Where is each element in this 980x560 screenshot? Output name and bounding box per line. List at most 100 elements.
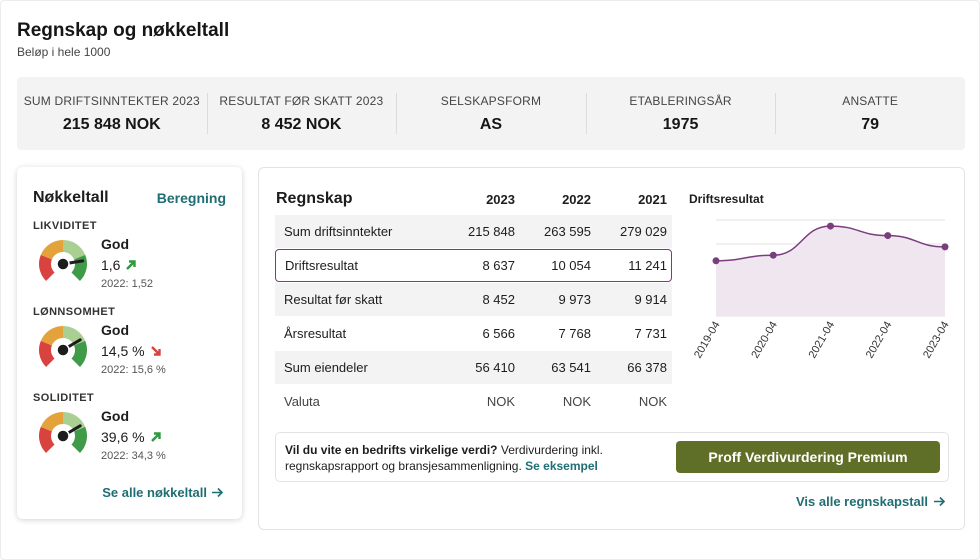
cell-value: 7 731 <box>634 326 667 341</box>
value-text: 1,6 <box>101 257 121 273</box>
x-tick-label: 2019-04 <box>692 320 723 361</box>
verdivurdering-promo: Vil du vite en bedrifts virkelige verdi?… <box>275 432 949 482</box>
section-label: LIKVIDITET <box>33 220 97 232</box>
cell-value: 63 541 <box>551 360 591 375</box>
row-label: Sum eiendeler <box>284 360 368 375</box>
kpi-value: 8 452 NOK <box>261 115 342 133</box>
data-point <box>827 222 834 230</box>
x-tick-label: 2021-04 <box>807 320 838 361</box>
gauge-icon <box>39 326 87 367</box>
row-label: Resultat før skatt <box>284 292 383 307</box>
see-all-regnskapstall-link[interactable]: Vis alle regnskapstall <box>796 494 946 509</box>
x-tick-label: 2023-04 <box>921 320 952 361</box>
arrow-right-icon <box>934 496 946 507</box>
data-point <box>941 243 949 251</box>
year-header: 2021 <box>638 192 667 207</box>
section-label: SOLIDITET <box>33 392 95 404</box>
nokkeltall-section-lonnsomhet: LØNNSOMHET God 14,5 % 2022: 15,6 % <box>33 306 233 376</box>
cell-value: 263 595 <box>544 224 591 239</box>
previous-year-text: 2022: 1,52 <box>101 278 153 290</box>
value-text: 39,6 % <box>101 429 145 445</box>
regnskap-title: Regnskap <box>276 190 353 207</box>
nokkeltall-section-soliditet: SOLIDITET God 39,6 % 2022: 34,3 % <box>33 392 233 462</box>
nokkeltall-section-likviditet: LIKVIDITET God 1,6 2022: 1,52 <box>33 220 233 290</box>
gauge-icon <box>39 240 87 281</box>
kpi-value: 215 848 NOK <box>62 115 161 133</box>
table-row: Resultat før skatt 8 452 9 973 9 914 <box>275 283 672 316</box>
gauge-hub <box>56 429 70 443</box>
cell-value: 8 637 <box>482 258 515 273</box>
arrow-right-icon <box>212 487 224 498</box>
year-header: 2023 <box>486 192 515 207</box>
kpi-label: ETABLERINGSÅR <box>629 93 732 108</box>
trend-up-icon <box>150 432 161 442</box>
kpi-label: RESULTAT FØR SKATT 2023 <box>219 93 384 108</box>
cell-value: 279 029 <box>620 224 667 239</box>
status-text: God <box>101 322 129 338</box>
cell-value: 8 452 <box>482 292 515 307</box>
trend-down-icon <box>150 346 161 356</box>
cell-value: 7 768 <box>558 326 591 341</box>
kpi-bar: SUM DRIFTSINNTEKTER 2023 215 848 NOK RES… <box>17 77 965 150</box>
see-all-label: Se alle nøkkeltall <box>102 485 207 500</box>
see-all-label: Vis alle regnskapstall <box>796 494 928 509</box>
cell-value: 56 410 <box>475 360 515 375</box>
kpi-ansatte: ANSATTE 79 <box>775 77 965 150</box>
cell-value: 11 241 <box>628 258 667 273</box>
kpi-etableringsar: ETABLERINGSÅR 1975 <box>585 77 776 150</box>
nokkeltall-card: Nøkkeltall Beregning LIKVIDITET God 1,6 … <box>17 167 242 519</box>
previous-year-text: 2022: 34,3 % <box>101 450 166 462</box>
se-eksempel-link[interactable]: Se eksempel <box>525 459 598 473</box>
beregning-link[interactable]: Beregning <box>157 190 226 206</box>
trend-up-icon <box>126 260 137 270</box>
status-text: God <box>101 236 129 252</box>
data-point <box>712 257 720 265</box>
row-label: Valuta <box>284 394 320 409</box>
page-title: Regnskap og nøkkeltall <box>17 20 230 41</box>
kpi-label: ANSATTE <box>842 93 899 108</box>
cell-value: NOK <box>486 394 515 409</box>
table-row: Valuta NOK NOK NOK <box>275 385 672 418</box>
previous-year-text: 2022: 15,6 % <box>101 364 166 376</box>
table-row: Sum eiendeler 56 410 63 541 66 378 <box>275 351 672 384</box>
nokkeltall-title: Nøkkeltall <box>33 189 109 206</box>
gauge-hub <box>56 257 70 271</box>
cell-value: NOK <box>638 394 667 409</box>
row-label: Driftsresultat <box>285 258 358 273</box>
row-label: Årsresultat <box>284 326 347 341</box>
cell-value: 10 054 <box>551 258 591 273</box>
cell-value: 215 848 <box>468 224 515 239</box>
regnskap-card: Regnskap 2023 2022 2021 Sum driftsinntek… <box>258 167 965 530</box>
cell-value: NOK <box>562 394 591 409</box>
data-point <box>884 232 892 240</box>
cell-value: 6 566 <box>482 326 515 341</box>
value-text: 14,5 % <box>101 343 145 359</box>
cell-value: 66 378 <box>627 360 667 375</box>
see-all-nokkeltall-link[interactable]: Se alle nøkkeltall <box>102 485 224 500</box>
gauge-icon <box>39 412 87 453</box>
row-label: Sum driftsinntekter <box>284 224 393 239</box>
data-point <box>769 251 777 259</box>
table-row: Sum driftsinntekter 215 848 263 595 279 … <box>275 215 672 248</box>
kpi-value: 1975 <box>662 115 699 133</box>
cell-value: 9 973 <box>558 292 591 307</box>
table-row: Årsresultat 6 566 7 768 7 731 <box>275 317 672 350</box>
kpi-driftsinntekter: SUM DRIFTSINNTEKTER 2023 215 848 NOK <box>17 77 207 150</box>
page-subtitle: Beløp i hele 1000 <box>17 45 111 59</box>
x-tick-label: 2020-04 <box>749 320 780 361</box>
driftsresultat-chart: 2019-04 2020-04 2021-04 2022-04 2023-04 <box>692 219 952 361</box>
promo-bold-text: Vil du vite en bedrifts virkelige verdi? <box>285 443 498 457</box>
table-row-highlighted[interactable]: Driftsresultat 8 637 10 054 11 241 <box>275 249 672 282</box>
verdivurdering-premium-button[interactable]: Proff Verdivurdering Premium <box>676 441 940 473</box>
kpi-value: 79 <box>861 115 880 133</box>
kpi-resultat-for-skatt: RESULTAT FØR SKATT 2023 8 452 NOK <box>206 77 397 150</box>
kpi-selskapsform: SELSKAPSFORM AS <box>396 77 586 150</box>
chart-title: Driftsresultat <box>689 192 764 206</box>
section-label: LØNNSOMHET <box>33 306 116 318</box>
status-text: God <box>101 408 129 424</box>
x-tick-label: 2022-04 <box>864 320 895 361</box>
kpi-value: AS <box>479 115 503 133</box>
cell-value: 9 914 <box>634 292 667 307</box>
kpi-label: SELSKAPSFORM <box>440 93 542 108</box>
kpi-label: SUM DRIFTSINNTEKTER 2023 <box>23 93 200 108</box>
